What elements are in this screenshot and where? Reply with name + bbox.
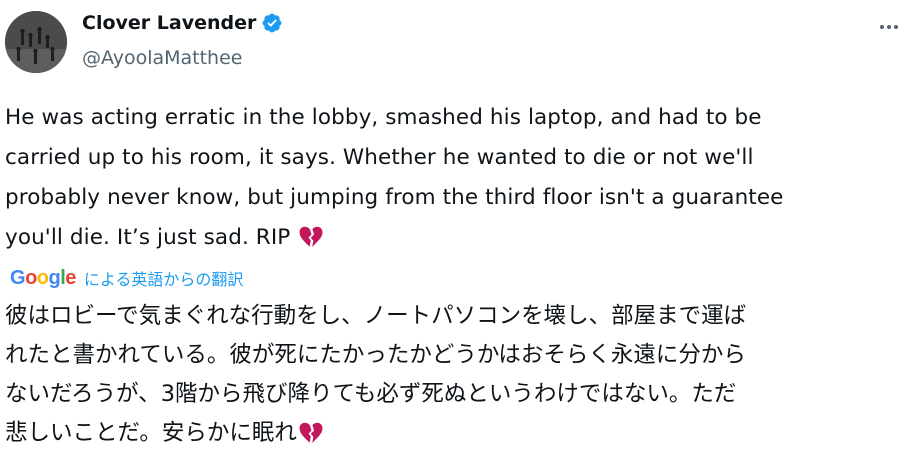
- translated-line: れたと書かれている。彼が死にたかったかどうかはおそらく永遠に分から: [5, 342, 746, 368]
- broken-heart-icon: [299, 418, 323, 457]
- author-name-row: Clover Lavender: [82, 12, 283, 34]
- translated-line: 悲しいことだ。安らかに眠れ: [5, 420, 297, 446]
- translated-line-last: 悲しいことだ。安らかに眠れ: [5, 414, 910, 457]
- translation-attribution[interactable]: Google による英語からの翻訳: [10, 266, 243, 290]
- translated-line: ないだろうが、3階から飛び降りても必ず死ぬというわけではない。ただ: [5, 381, 737, 407]
- more-options-icon: [880, 25, 898, 29]
- google-letter: o: [36, 266, 49, 289]
- tweet-line: you'll die. It’s just sad. RIP: [5, 225, 291, 250]
- google-letter: g: [48, 266, 61, 289]
- avatar-image: [5, 11, 67, 73]
- google-letter: G: [10, 266, 26, 289]
- broken-heart-icon: [299, 222, 323, 262]
- translated-line: 彼はロビーで気まぐれな行動をし、ノートパソコンを壊し、部屋まで運ば: [5, 303, 747, 329]
- tweet-line: probably never know, but jumping from th…: [5, 185, 784, 210]
- translated-text: 彼はロビーで気まぐれな行動をし、ノートパソコンを壊し、部屋まで運ば れたと書かれ…: [5, 297, 910, 457]
- translation-label[interactable]: による英語からの翻訳: [84, 266, 244, 290]
- avatar[interactable]: [5, 11, 67, 73]
- tweet-line: He was acting erratic in the lobby, smas…: [5, 105, 762, 130]
- google-letter: o: [25, 266, 37, 289]
- tweet-line-last: you'll die. It’s just sad. RIP: [5, 218, 905, 262]
- tweet-text: He was acting erratic in the lobby, smas…: [5, 98, 905, 262]
- google-logo: Google: [10, 267, 76, 290]
- tweet-line: carried up to his room, it says. Whether…: [5, 145, 754, 170]
- author-display-name[interactable]: Clover Lavender: [82, 12, 256, 34]
- verified-badge-icon[interactable]: [261, 12, 283, 34]
- author-handle[interactable]: @AyoolaMatthee: [82, 47, 242, 69]
- google-letter: e: [65, 266, 76, 289]
- more-options-button[interactable]: [876, 14, 902, 40]
